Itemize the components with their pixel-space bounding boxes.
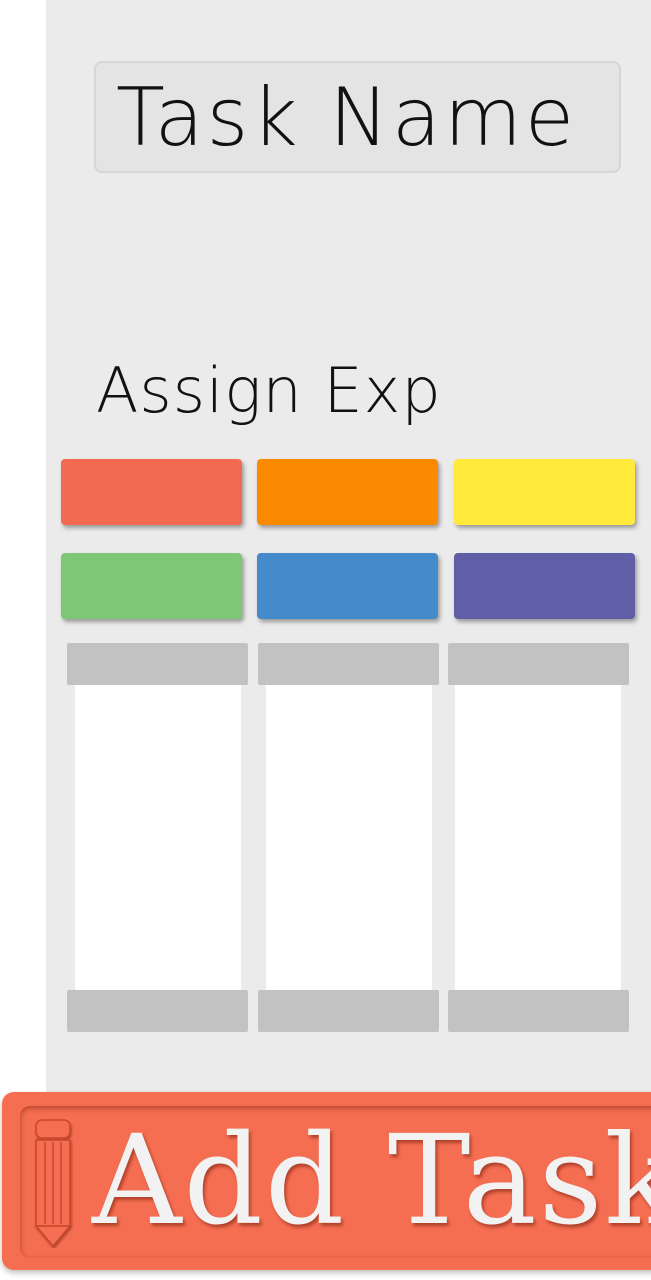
color-swatch-green[interactable]: [61, 553, 242, 619]
color-swatch-purple[interactable]: [454, 553, 635, 619]
color-swatch-red[interactable]: [61, 459, 242, 525]
add-task-label: Add Task: [92, 1109, 651, 1253]
color-swatch-yellow[interactable]: [454, 459, 635, 525]
task-name-input[interactable]: [94, 61, 621, 173]
column-1-footer: [67, 990, 248, 1032]
column-2-header: [258, 643, 439, 685]
column-2-footer: [258, 990, 439, 1032]
pencil-icon: [34, 1119, 72, 1248]
color-swatch-blue[interactable]: [257, 553, 438, 619]
column-3-scroll-area[interactable]: [455, 685, 621, 991]
column-3-header: [448, 643, 629, 685]
color-swatch-orange[interactable]: [257, 459, 438, 525]
column-3-footer: [448, 990, 629, 1032]
column-1-scroll-area[interactable]: [75, 685, 241, 991]
assign-exp-label: Assign Exp: [96, 354, 442, 427]
column-1-header: [67, 643, 248, 685]
column-2-scroll-area[interactable]: [266, 685, 432, 991]
